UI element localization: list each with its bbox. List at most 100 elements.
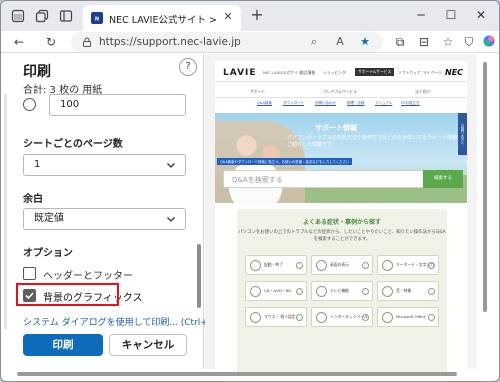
print-title: 印刷: [23, 64, 51, 80]
arrow-icon: [428, 288, 435, 295]
zoom-icon[interactable]: ⌕: [307, 35, 321, 49]
faq-card-label: Microsoft Office: [396, 314, 426, 319]
options-label: オプション: [23, 248, 73, 259]
headers-footers-label[interactable]: ヘッダーとフッター: [43, 267, 133, 282]
tab-bar: N NEC LAVIE公式サイト > サービス&サ ✕ + ─ ☐ ✕: [1, 1, 499, 31]
site-link: PCお役立ち: [401, 101, 420, 105]
arrow-icon: [362, 314, 369, 321]
preview-search-box: Q&Aを検索する: [223, 170, 431, 188]
preview-scroll-thumb[interactable]: [483, 62, 487, 312]
profile-icon[interactable]: [11, 9, 25, 23]
url-text[interactable]: https://support.nec-lavie.jp: [99, 36, 241, 48]
display-icon: [316, 260, 327, 271]
chevron-down-icon: [165, 213, 177, 225]
faq-card-label: マウス・ 個人設定: [264, 314, 296, 319]
faq-card: Microsoft Office: [377, 307, 439, 327]
horizontal-scroll-thumb[interactable]: [17, 372, 457, 376]
headers-footers-checkbox[interactable]: [23, 267, 36, 280]
tab-actions-icon[interactable]: [59, 9, 73, 23]
address-bar[interactable]: https://support.nec-lavie.jp ⌕ A ★: [71, 32, 383, 52]
arrow-icon: [362, 262, 369, 269]
mail-icon: [316, 312, 327, 323]
lavie-logo: LAVIE: [223, 68, 257, 78]
minimize-icon[interactable]: ─: [413, 7, 429, 23]
keyboard-icon: [382, 260, 393, 271]
navigation-bar: ← ↻ https://support.nec-lavie.jp ⌕ A ★ ⧉…: [1, 31, 499, 53]
faq-card-label: 画面の表示: [330, 262, 349, 267]
site-subnav-item: 法人向け: [415, 89, 431, 94]
cancel-button[interactable]: キャンセル: [109, 334, 187, 356]
faq-card: 画面の表示: [311, 255, 373, 275]
logo-subtitle: NEC LAVIE公式サイト: [263, 70, 302, 75]
new-tab-icon[interactable]: +: [249, 7, 265, 23]
arrow-icon: [296, 314, 303, 321]
extensions-icon[interactable]: ⧉: [392, 34, 408, 50]
site-nav-item: 製品情報: [300, 70, 316, 75]
pages-per-sheet-select[interactable]: 1: [23, 154, 186, 176]
faq-card: CD・DVD・BD: [245, 281, 307, 301]
highlight-box: [16, 283, 119, 306]
preview-vertical-scrollbar[interactable]: [479, 54, 491, 369]
margins-label: 余白: [23, 194, 43, 205]
faq-card: 音・映像: [377, 281, 439, 301]
site-link: マニュアル: [375, 101, 393, 105]
close-window-icon[interactable]: ✕: [473, 7, 489, 23]
hero-title: サポート情報: [315, 124, 357, 132]
faq-card: キーボード・文字入力: [377, 255, 439, 275]
help-button[interactable]: ?: [179, 58, 197, 76]
site-nav-item: ショッピング: [323, 70, 346, 75]
site-link: ダウンロード: [283, 101, 304, 105]
office-icon: [382, 312, 393, 323]
disc-icon: [250, 286, 261, 297]
faq-card: マウス・ 個人設定: [245, 307, 307, 327]
faq-card: 起動・終了: [245, 255, 307, 275]
split-screen-icon[interactable]: ⊟: [416, 34, 432, 50]
back-icon[interactable]: ←: [11, 34, 27, 50]
custom-pages-radio[interactable]: [23, 98, 36, 111]
favorite-star-icon[interactable]: ★: [358, 35, 372, 49]
browser-essentials-icon[interactable]: ⛉: [461, 34, 477, 50]
copilot-icon[interactable]: [481, 34, 497, 50]
divider: [215, 81, 467, 82]
faq-title: よくある症状・事例から探す: [302, 219, 381, 226]
margins-select[interactable]: 既定値: [23, 208, 186, 230]
custom-pages-input[interactable]: 100: [49, 94, 186, 116]
site-link: 修理・点検: [347, 101, 365, 105]
faq-card-label: テレビ機能: [330, 288, 349, 293]
faq-card-label: 起動・終了: [264, 262, 283, 267]
faq-card: インターネットメール: [311, 307, 373, 327]
power-icon: [250, 260, 261, 271]
panel-scrollbar[interactable]: [197, 244, 201, 308]
collections-icon[interactable]: [35, 9, 49, 23]
maximize-icon[interactable]: ☐: [443, 7, 459, 23]
site-nav-item: ソフトウェア: [398, 70, 421, 75]
tab-title: NEC LAVIE公式サイト > サービス&サ: [109, 15, 219, 26]
preview-search-button: 検索する: [423, 170, 463, 188]
arrow-icon: [362, 288, 369, 295]
horizontal-scrollbar[interactable]: [7, 370, 473, 377]
arrow-icon: [428, 314, 435, 321]
preview-page: LAVIE NEC LAVIE公式サイト 製品情報 ショッピング サポート&サー…: [215, 61, 467, 376]
faq-card-label: 音・映像: [396, 288, 412, 293]
nec-favicon-icon: N: [91, 12, 103, 24]
refresh-icon[interactable]: ↻: [43, 34, 59, 50]
hero-banner: サポート情報 パソコンのトラブルの対処方法や操作方法などのお手伝いするサポート情…: [215, 113, 467, 203]
lock-icon[interactable]: [81, 36, 93, 48]
site-nav-item: サポート&サービス: [355, 68, 395, 76]
faq-card-label: CD・DVD・BD: [264, 288, 292, 293]
tab-active[interactable]: N NEC LAVIE公式サイト > サービス&サ ✕: [83, 5, 241, 31]
divider: [215, 97, 467, 98]
read-aloud-icon[interactable]: A: [333, 35, 347, 49]
pages-per-sheet-value: 1: [34, 159, 41, 170]
close-tab-icon[interactable]: ✕: [221, 10, 235, 24]
site-subnav-item: プレミアムサービス: [323, 89, 357, 94]
print-button[interactable]: 印刷: [23, 334, 103, 356]
hero-badge: Q&A検索やダウンロード検索に役立つ、お使いの型番・品名などを入力してください: [217, 158, 353, 165]
favorites-bar-icon[interactable]: ☆: [440, 34, 456, 50]
pages-per-sheet-label: シートごとのページ数: [23, 139, 123, 150]
chevron-down-icon: [165, 159, 177, 171]
site-link: お問い合わせ: [315, 101, 336, 105]
hero-text: パソコンのトラブルの対処方法や操作方法などのお手伝いするサポート情報をご紹介した…: [287, 135, 463, 148]
mouse-icon: [250, 312, 261, 323]
nec-brand: NEC: [445, 68, 464, 77]
